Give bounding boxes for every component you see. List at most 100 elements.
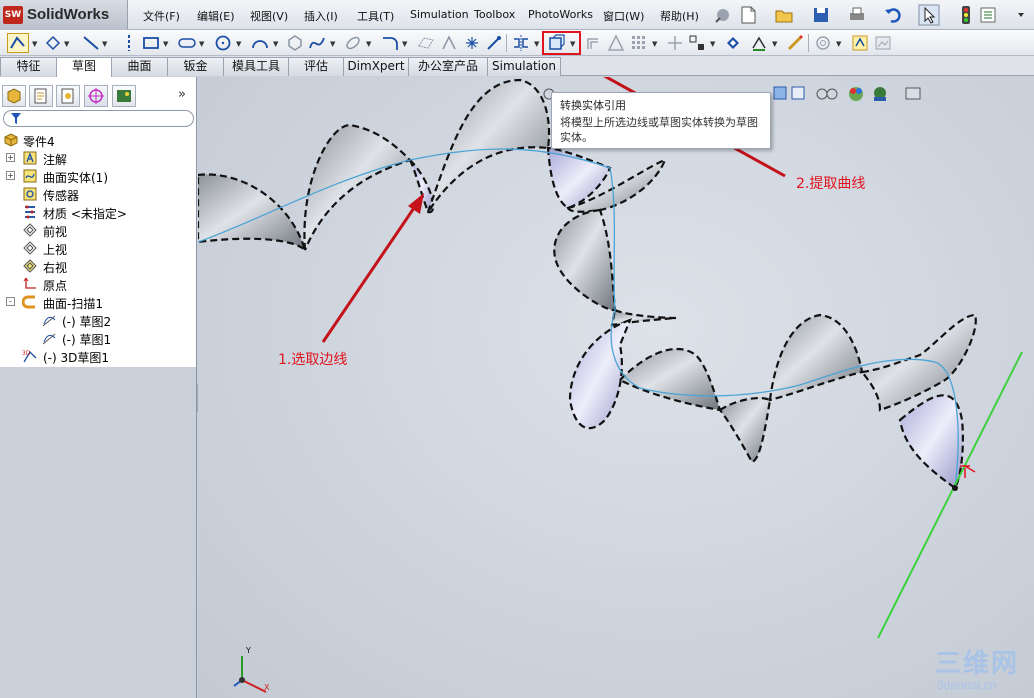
offset-entities-icon[interactable]	[585, 34, 603, 52]
tab-mold-tools[interactable]: 模具工具	[223, 57, 289, 76]
centerline-icon[interactable]	[120, 34, 138, 52]
menu-tools[interactable]: 工具(T)	[357, 8, 394, 24]
pattern-dropdown-icon[interactable]: ▼	[652, 40, 657, 48]
relations-icon[interactable]	[688, 34, 706, 52]
tab-simulation[interactable]: Simulation	[487, 57, 561, 76]
menu-photoworks[interactable]: PhotoWorks	[528, 8, 593, 21]
tab-sketch[interactable]: 草图	[56, 57, 112, 77]
tree-filter-input[interactable]	[3, 110, 194, 127]
arc-icon[interactable]	[251, 34, 269, 52]
tree-item-sketch2[interactable]: (-) 草图2	[0, 311, 196, 329]
plane-icon	[23, 259, 37, 273]
rectangle-icon[interactable]	[142, 34, 160, 52]
mirror-dropdown-icon[interactable]: ▼	[534, 40, 539, 48]
menu-simulation[interactable]: Simulation	[410, 8, 469, 21]
convert-dropdown-icon[interactable]: ▼	[570, 40, 575, 48]
linear-pattern-icon[interactable]	[630, 34, 648, 52]
dimxpert-manager-tab[interactable]	[84, 85, 108, 107]
tab-office-products[interactable]: 办公室产品	[408, 57, 488, 76]
move-entities-icon[interactable]	[666, 34, 684, 52]
fillet-dropdown-icon[interactable]: ▼	[402, 40, 407, 48]
expand-icon[interactable]: +	[6, 153, 15, 162]
tab-evaluate[interactable]: 评估	[288, 57, 344, 76]
line-icon[interactable]	[82, 34, 100, 52]
sketch-picture-icon[interactable]	[814, 34, 832, 52]
polygon-icon[interactable]	[286, 34, 304, 52]
tab-features[interactable]: 特征	[0, 57, 57, 76]
menu-help[interactable]: 帮助(H)	[660, 8, 699, 24]
circle-dropdown-icon[interactable]: ▼	[236, 40, 241, 48]
rapid-sketch-icon[interactable]	[786, 34, 804, 52]
dimension-dropdown-icon[interactable]: ▼	[64, 40, 69, 48]
snaps-dropdown-icon[interactable]: ▼	[772, 40, 777, 48]
property-manager-tab[interactable]	[29, 85, 53, 107]
print-icon[interactable]	[846, 4, 868, 26]
intersection-curve-icon[interactable]	[607, 34, 625, 52]
menu-edit[interactable]: 编辑(E)	[197, 8, 235, 24]
quick-snaps-icon[interactable]	[750, 34, 768, 52]
menu-window[interactable]: 窗口(W)	[603, 8, 644, 24]
relations-dropdown-icon[interactable]: ▼	[710, 40, 715, 48]
arc-dropdown-icon[interactable]: ▼	[273, 40, 278, 48]
menu-view[interactable]: 视图(V)	[250, 8, 288, 24]
tree-item-sketch1[interactable]: (-) 草图1	[0, 329, 196, 347]
slot-dropdown-icon[interactable]: ▼	[199, 40, 204, 48]
configuration-manager-tab[interactable]	[56, 85, 80, 107]
new-document-icon[interactable]	[737, 4, 759, 26]
overflow-icon[interactable]	[1010, 4, 1032, 26]
mirror-entities-icon[interactable]	[512, 34, 530, 52]
fillet-icon[interactable]	[381, 34, 399, 52]
image-icon[interactable]	[874, 34, 892, 52]
instant-3d-icon[interactable]	[851, 34, 869, 52]
picture-dropdown-icon[interactable]: ▼	[836, 40, 841, 48]
slot-icon[interactable]	[178, 34, 196, 52]
trim-icon[interactable]	[485, 34, 503, 52]
undo-icon[interactable]	[882, 4, 904, 26]
menu-file[interactable]: 文件(F)	[143, 8, 180, 24]
menu-insert[interactable]: 插入(I)	[304, 8, 338, 24]
convert-entities-icon[interactable]	[548, 34, 566, 52]
ellipse-dropdown-icon[interactable]: ▼	[366, 40, 371, 48]
tree-item-right-plane[interactable]: 右视	[0, 257, 196, 275]
tab-surfaces[interactable]: 曲面	[111, 57, 168, 76]
tree-item-top-plane[interactable]: 上视	[0, 239, 196, 257]
tree-item-annotations[interactable]: + 注解	[0, 149, 196, 167]
open-folder-icon[interactable]	[773, 4, 795, 26]
tab-sheet-metal[interactable]: 钣金	[167, 57, 224, 76]
tree-item-origin[interactable]: 原点	[0, 275, 196, 293]
line-dropdown-icon[interactable]: ▼	[102, 40, 107, 48]
tree-item-sweep-surface[interactable]: - 曲面-扫描1	[0, 293, 196, 311]
circle-icon[interactable]	[214, 34, 232, 52]
traffic-light-icon[interactable]	[955, 4, 977, 26]
plane-sketch-icon[interactable]	[417, 34, 435, 52]
text-sketch-icon[interactable]	[440, 34, 458, 52]
save-icon[interactable]	[810, 4, 832, 26]
tree-item-front-plane[interactable]: 前视	[0, 221, 196, 239]
sketch-dropdown-icon[interactable]: ▼	[32, 40, 37, 48]
spline-icon[interactable]	[308, 34, 326, 52]
sketch-icon[interactable]	[7, 33, 29, 53]
spline-dropdown-icon[interactable]: ▼	[330, 40, 335, 48]
tree-item-surface-bodies[interactable]: + 曲面实体(1)	[0, 167, 196, 185]
point-icon[interactable]	[463, 34, 481, 52]
rectangle-dropdown-icon[interactable]: ▼	[163, 40, 168, 48]
panel-collapse-icon[interactable]: »	[178, 87, 186, 102]
menu-toolbox[interactable]: Toolbox	[474, 8, 515, 21]
options-list-icon[interactable]	[977, 4, 999, 26]
tree-item-3d-sketch[interactable]: 3D (-) 3D草图1	[0, 347, 196, 365]
expand-icon[interactable]: +	[6, 171, 15, 180]
end-point[interactable]	[952, 485, 958, 491]
tab-dimxpert[interactable]: DimXpert	[343, 57, 409, 76]
repair-sketch-icon[interactable]	[724, 34, 742, 52]
display-manager-tab[interactable]	[112, 85, 136, 107]
smart-dimension-icon[interactable]	[44, 34, 62, 52]
collapse-icon[interactable]: -	[6, 297, 15, 306]
feature-tree-tab[interactable]	[2, 85, 26, 107]
ellipse-icon[interactable]	[344, 34, 362, 52]
tree-item-sensors[interactable]: 传感器	[0, 185, 196, 203]
pin-icon[interactable]	[712, 4, 734, 26]
select-cursor-icon[interactable]	[918, 4, 940, 26]
tree-item-part[interactable]: 零件4	[0, 131, 196, 149]
app-logo[interactable]: SW SolidWorks	[0, 0, 128, 30]
tree-item-material[interactable]: 材质 <未指定>	[0, 203, 196, 221]
